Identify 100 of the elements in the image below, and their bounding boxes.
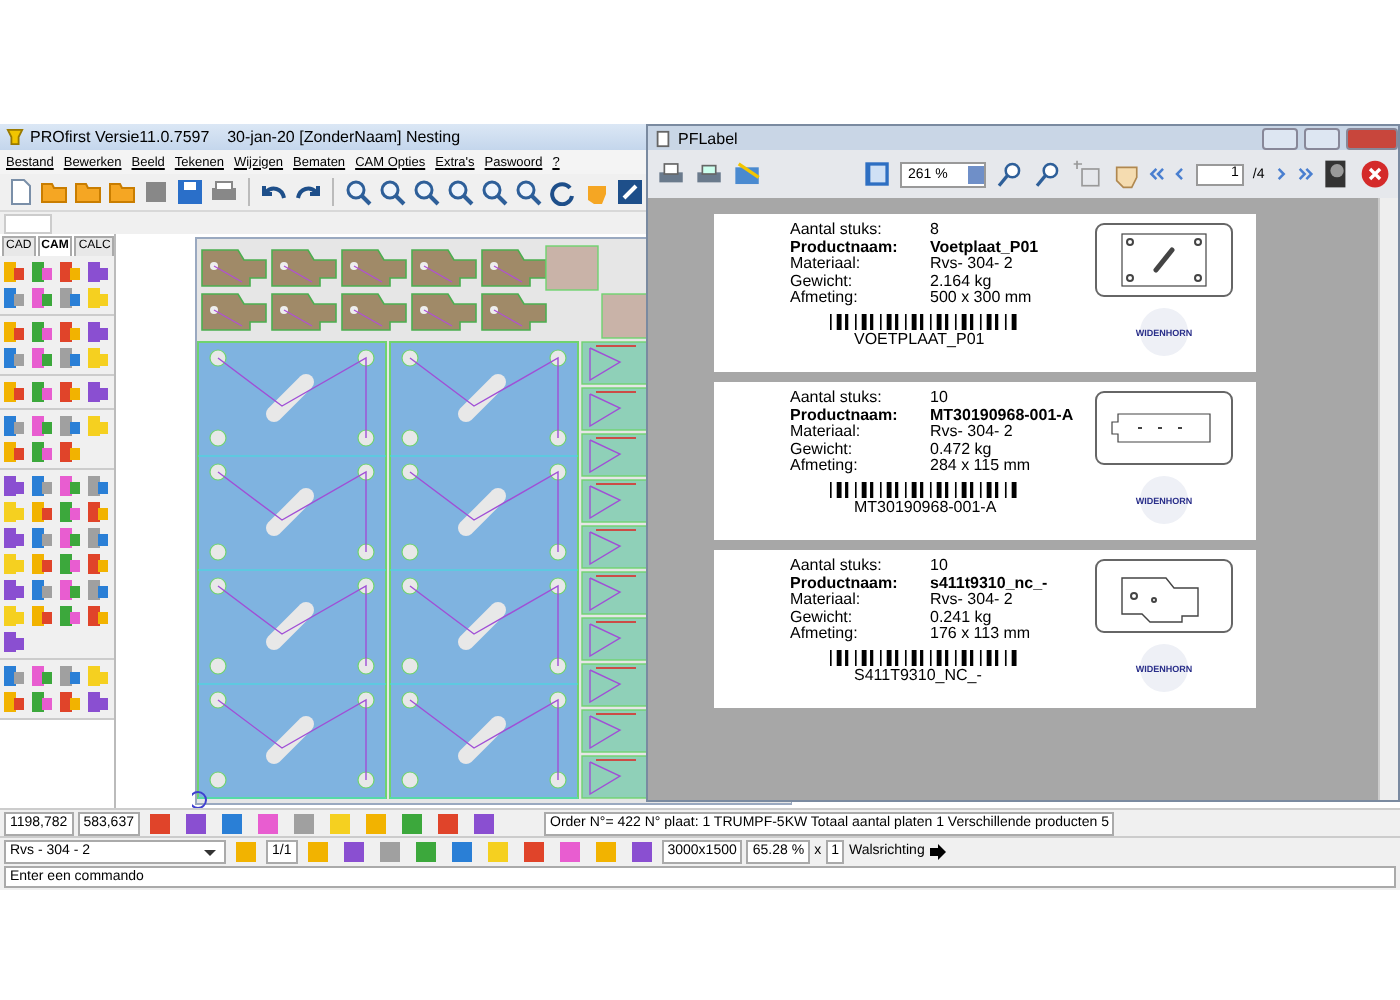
tool-icon[interactable]: [2, 690, 26, 714]
zoom-icon[interactable]: [478, 176, 510, 208]
first-page-icon[interactable]: [1147, 164, 1164, 184]
field-label: Productnaam:: [790, 407, 900, 424]
tool-icon[interactable]: [86, 260, 110, 284]
tool-icon[interactable]: [86, 578, 110, 602]
zoom-icon[interactable]: [342, 176, 374, 208]
tool-icon[interactable]: [86, 604, 110, 628]
tool-icon[interactable]: [58, 320, 82, 344]
field-value: Rvs- 304- 2: [930, 424, 1015, 441]
tool-icon[interactable]: [58, 690, 82, 714]
field-label: Aantal stuks:: [790, 390, 884, 407]
field-value: 10: [930, 558, 950, 575]
tool-icon[interactable]: [30, 440, 54, 464]
tool-icon[interactable]: [2, 440, 26, 464]
tool-icon[interactable]: [86, 320, 110, 344]
tool-icon[interactable]: [30, 380, 54, 404]
tool-icon[interactable]: [86, 380, 110, 404]
tool-icon[interactable]: [30, 500, 54, 524]
tool-icon[interactable]: [86, 690, 110, 714]
edit-icon[interactable]: [614, 176, 646, 208]
next-page-icon[interactable]: [1272, 164, 1290, 184]
tool-icon[interactable]: [2, 526, 26, 550]
tool-icon[interactable]: [30, 346, 54, 370]
last-page-icon[interactable]: [1297, 164, 1314, 184]
tool-icon[interactable]: [2, 578, 26, 602]
tool-icon[interactable]: [58, 604, 82, 628]
field-label: Materiaal:: [790, 592, 863, 609]
tool-icon[interactable]: [86, 474, 110, 498]
tool-icon[interactable]: [30, 690, 54, 714]
field-label: Aantal stuks:: [790, 558, 884, 575]
tool-icon[interactable]: [86, 526, 110, 550]
scrollbar[interactable]: [1378, 198, 1398, 800]
tool-icon[interactable]: [30, 320, 54, 344]
tool-icon[interactable]: [58, 440, 82, 464]
tool-icon[interactable]: [30, 414, 54, 438]
field-value: 500 x 300 mm: [930, 290, 1034, 307]
app-icon: [6, 128, 24, 146]
field-value: MT30190968-001-A: [930, 407, 1076, 424]
tool-icon[interactable]: [86, 500, 110, 524]
tool-icon[interactable]: [2, 286, 26, 310]
field-value: Rvs- 304- 2: [930, 592, 1015, 609]
zoom-icon[interactable]: [444, 176, 476, 208]
tool-icon[interactable]: [2, 380, 26, 404]
save-icon[interactable]: [174, 176, 206, 208]
field-value: 0.472 kg: [930, 441, 994, 458]
field-label: Afmeting:: [790, 290, 860, 307]
tool-icon[interactable]: [2, 414, 26, 438]
layout-icon[interactable]: [861, 156, 892, 192]
arrow-right-icon[interactable]: [928, 841, 949, 861]
window-title: PROfirst Versie11.0.7597 30-jan-20 [ZonderNaam] Nesting: [30, 128, 461, 146]
strip-drawing: [1094, 390, 1234, 466]
tool-icon[interactable]: [58, 664, 82, 688]
field-value: Rvs- 304- 2: [930, 256, 1013, 273]
tool-icon[interactable]: [58, 286, 82, 310]
tool-icon[interactable]: [30, 260, 54, 284]
close-icon[interactable]: [1359, 156, 1391, 192]
field-label: Gewicht:: [790, 609, 855, 626]
square-icon[interactable]: [140, 176, 172, 208]
window-title: PFLabel: [678, 129, 738, 147]
tool-icon[interactable]: [30, 286, 54, 310]
field-label: Gewicht:: [790, 441, 855, 458]
tool-icon[interactable]: [58, 346, 82, 370]
tool-icon[interactable]: [30, 664, 54, 688]
tool-icon[interactable]: [58, 380, 82, 404]
tool-icon[interactable]: [30, 474, 54, 498]
refresh-icon[interactable]: [546, 176, 578, 208]
minimize-button[interactable]: [1262, 127, 1298, 149]
tool-icon[interactable]: [2, 260, 26, 284]
input-field[interactable]: [4, 213, 52, 233]
zoom-icon[interactable]: [376, 176, 408, 208]
tool-icon[interactable]: [58, 414, 82, 438]
barcode-text: MT30190968-001-A: [854, 497, 999, 515]
tool-icon[interactable]: [58, 260, 82, 284]
previous-page-icon[interactable]: [1171, 164, 1189, 184]
field-label: Productnaam:: [790, 239, 900, 256]
tool-icon[interactable]: [2, 664, 26, 688]
field-value: 10: [930, 390, 950, 407]
tool-icon[interactable]: [86, 552, 110, 576]
tool-icon[interactable]: [30, 604, 54, 628]
field-label: Gewicht:: [790, 273, 855, 290]
field-label: Productnaam:: [790, 575, 900, 592]
tool-icon[interactable]: [30, 526, 54, 550]
plate-drawing: [1094, 222, 1234, 298]
tool-icon[interactable]: [2, 320, 26, 344]
tool-icon[interactable]: [30, 552, 54, 576]
tool-icon[interactable]: [58, 500, 82, 524]
tool-icon[interactable]: [2, 630, 26, 654]
tool-icon[interactable]: [58, 578, 82, 602]
tool-icon[interactable]: [58, 474, 82, 498]
field-label: Materiaal:: [790, 256, 863, 273]
tool-icon[interactable]: [58, 526, 82, 550]
field-label: Afmeting:: [790, 458, 860, 475]
zoom-icon[interactable]: [512, 176, 544, 208]
zoom-icon[interactable]: [410, 176, 442, 208]
barcode-text: VOETPLAAT_P01: [854, 329, 987, 347]
tool-icon[interactable]: [58, 552, 82, 576]
tool-icon[interactable]: [30, 578, 54, 602]
tool-icon[interactable]: [2, 474, 26, 498]
tool-icon[interactable]: [2, 346, 26, 370]
